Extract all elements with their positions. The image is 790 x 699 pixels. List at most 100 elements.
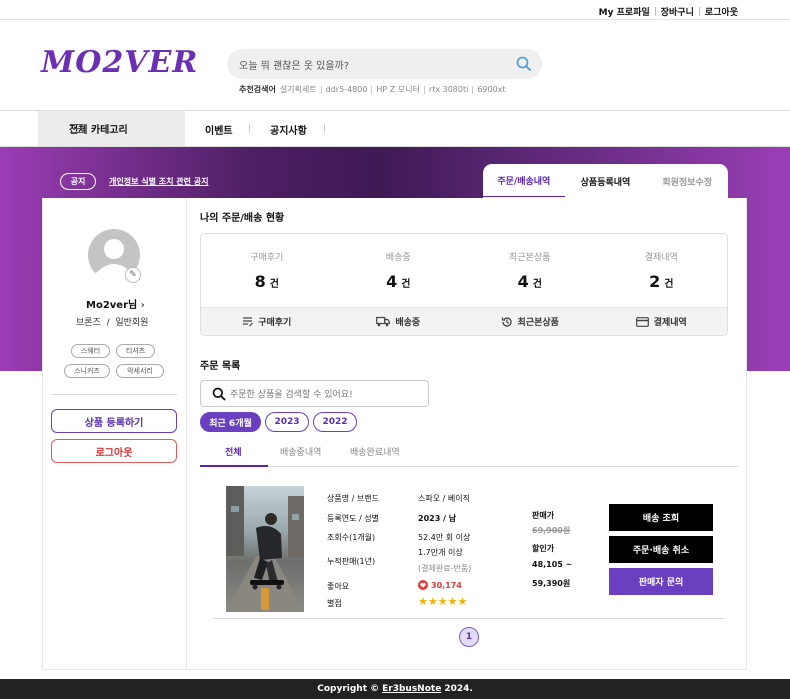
footer-author-link[interactable]: Er3busNote — [382, 684, 441, 694]
summary-label: 배송중 — [385, 253, 411, 263]
shipping-link[interactable]: 배송중 — [333, 308, 465, 335]
recent-link-label: 최근본상품 — [517, 318, 559, 328]
summary-count: 8 — [254, 272, 266, 291]
user-name-text: Mo2ver님 — [86, 300, 138, 311]
divider — [249, 124, 250, 133]
summary-value: 8건 — [201, 272, 333, 291]
user-name[interactable]: Mo2ver님 › — [86, 296, 145, 311]
divider — [51, 394, 177, 395]
product-year: 2023 / 남 — [418, 514, 457, 523]
summary-label: 구매후기 — [250, 253, 284, 263]
review-list-icon — [243, 317, 254, 327]
label-year: 등록연도 / 성별 — [327, 514, 379, 523]
heart-icon — [418, 580, 428, 590]
summary-shipping[interactable]: 배송중 4 건 — [333, 234, 465, 309]
product-sales: 1.7만개 이상 — [418, 548, 463, 557]
interest-tag[interactable]: 스니커즈 — [64, 364, 110, 378]
discount-label: 할인가 — [532, 544, 555, 553]
edit-avatar-icon[interactable]: ✎ — [125, 267, 141, 283]
history-icon — [501, 316, 512, 327]
period-6months[interactable]: 최근 6개월 — [200, 412, 261, 432]
summary-unit: 건 — [401, 279, 411, 290]
order-tab-delivered[interactable]: 배송완료내역 — [350, 445, 400, 458]
summary-value: 4건 — [464, 272, 596, 291]
summary-value: 2건 — [596, 272, 728, 291]
chevron-right-icon: › — [140, 300, 145, 311]
keyword[interactable]: HP Z 모니터 — [376, 84, 420, 95]
order-tab-shipping[interactable]: 배송중내역 — [280, 445, 321, 458]
product-views: 52.4만 회 이상 — [418, 533, 471, 542]
summary-count: 4 — [517, 272, 529, 291]
summary-count: 4 — [386, 272, 398, 291]
tab-orders[interactable]: 주문/배송내역 — [483, 164, 565, 197]
tab-products[interactable]: 상품등록내역 — [565, 164, 647, 198]
search-icon[interactable] — [516, 56, 532, 72]
order-search-input[interactable]: 주문한 상품을 검색할 수 있어요! — [200, 380, 429, 407]
keyword[interactable]: 설기획세트 — [280, 84, 317, 95]
product-name[interactable]: 스파오 / 베이직 — [418, 493, 470, 504]
site-logo[interactable]: MO2VER — [41, 45, 198, 80]
pagination-page-1[interactable]: 1 — [459, 627, 479, 647]
summary-label: 최근본상품 — [509, 253, 551, 263]
summary-label: 결제내역 — [644, 253, 678, 263]
summary-payments[interactable]: 결제내역 2 건 — [596, 234, 728, 309]
interest-tag[interactable]: 스웨터 — [71, 344, 110, 358]
order-tab-all[interactable]: 전체 — [225, 445, 242, 458]
interest-tag[interactable]: 악세서리 — [116, 364, 164, 378]
product-photo — [226, 486, 304, 612]
cancel-order-button[interactable]: 주문·배송 취소 — [609, 536, 713, 563]
keyword[interactable]: 6900xt — [477, 85, 505, 94]
search-icon — [212, 387, 226, 401]
footer: Copyright © Er3busNote 2024. — [0, 679, 790, 699]
keyword[interactable]: ddr5-4800 — [326, 85, 368, 94]
contact-seller-button[interactable]: 판매자 문의 — [609, 568, 713, 595]
search-input[interactable]: 오늘 뭐 괜찮은 옷 있을까? — [227, 49, 542, 79]
period-2022[interactable]: 2022 — [313, 412, 357, 432]
summary-reviews[interactable]: 구매후기 8 건 — [201, 234, 333, 309]
product-sales-note: (결제완료-반품) — [418, 564, 472, 573]
top-link-cart[interactable]: 장바구니 — [661, 5, 694, 18]
order-status-summary: 구매후기 8 건 배송중 4 건 최근본상품 4 건 결제내역 2 건 구매후기 배송중 최근본… — [200, 233, 728, 336]
label-views: 조회수(1개월) — [327, 533, 376, 542]
recommend-label: 추천검색어 — [239, 85, 276, 94]
nav-event[interactable]: 이벤트 — [205, 122, 233, 137]
notice-link[interactable]: 개인정보 식별 조치 관련 공지 — [109, 176, 208, 187]
label-name: 상품명 / 브랜드 — [327, 494, 379, 503]
orders-title: 주문 목록 — [200, 361, 241, 372]
register-product-button[interactable]: 상품 등록하기 — [51, 409, 177, 433]
track-delivery-button[interactable]: 배송 조회 — [609, 504, 713, 531]
logout-button[interactable]: 로그아웃 — [51, 439, 177, 463]
product-likes: 30,174 — [418, 580, 462, 590]
rating-stars: ★★★★★ — [418, 595, 468, 608]
label-sales: 누적판매(1년) — [327, 557, 376, 566]
tab-profile-edit[interactable]: 회원정보수정 — [646, 164, 728, 198]
recent-link[interactable]: 최근본상품 — [464, 308, 596, 335]
order-search-placeholder: 주문한 상품을 검색할 수 있어요! — [230, 390, 353, 400]
nav-notice[interactable]: 공지사항 — [270, 122, 307, 137]
top-link-logout[interactable]: 로그아웃 — [705, 5, 738, 18]
label-likes: 좋아요 — [327, 582, 350, 591]
keyword[interactable]: rtx 3080ti — [429, 85, 468, 94]
original-price: 69,900원 — [532, 526, 571, 535]
discount-from: 48,105 ~ — [532, 560, 573, 569]
interest-tag[interactable]: 티셔츠 — [116, 344, 155, 358]
header-divider — [0, 19, 790, 20]
notice-badge: 공지 — [60, 173, 96, 190]
reviews-link[interactable]: 구매후기 — [201, 308, 333, 335]
footer-year: 2024. — [444, 684, 473, 694]
all-category-button[interactable]: 전체 카테고리 — [38, 111, 185, 146]
level-text: 일반회원 — [115, 318, 149, 328]
summary-recent[interactable]: 최근본상품 4 건 — [464, 234, 596, 309]
credit-card-icon — [635, 316, 649, 327]
recommended-keywords: 추천검색어 설기획세트 ddr5-4800 HP Z 모니터 rtx 3080t… — [239, 84, 506, 95]
summary-value: 4건 — [333, 272, 465, 291]
payments-link[interactable]: 결제내역 — [596, 308, 728, 335]
divider — [324, 124, 325, 133]
period-2023[interactable]: 2023 — [265, 412, 309, 432]
summary-unit: 건 — [269, 279, 279, 290]
summary-count: 2 — [649, 272, 661, 291]
payments-link-label: 결제내역 — [653, 318, 687, 328]
user-grade: 브론즈 / 일반회원 — [76, 318, 149, 328]
top-link-profile[interactable]: My 프로파일 — [599, 5, 650, 18]
product-image[interactable] — [226, 486, 304, 612]
